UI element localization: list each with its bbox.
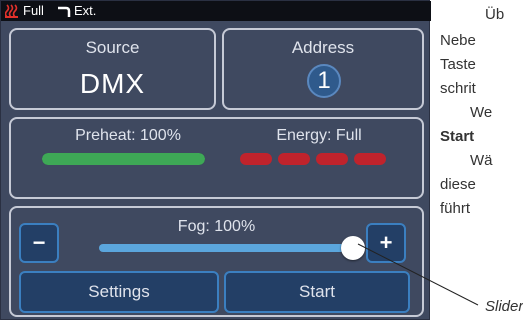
slider-caption: Slider (485, 298, 523, 315)
callout-line (357, 243, 479, 306)
